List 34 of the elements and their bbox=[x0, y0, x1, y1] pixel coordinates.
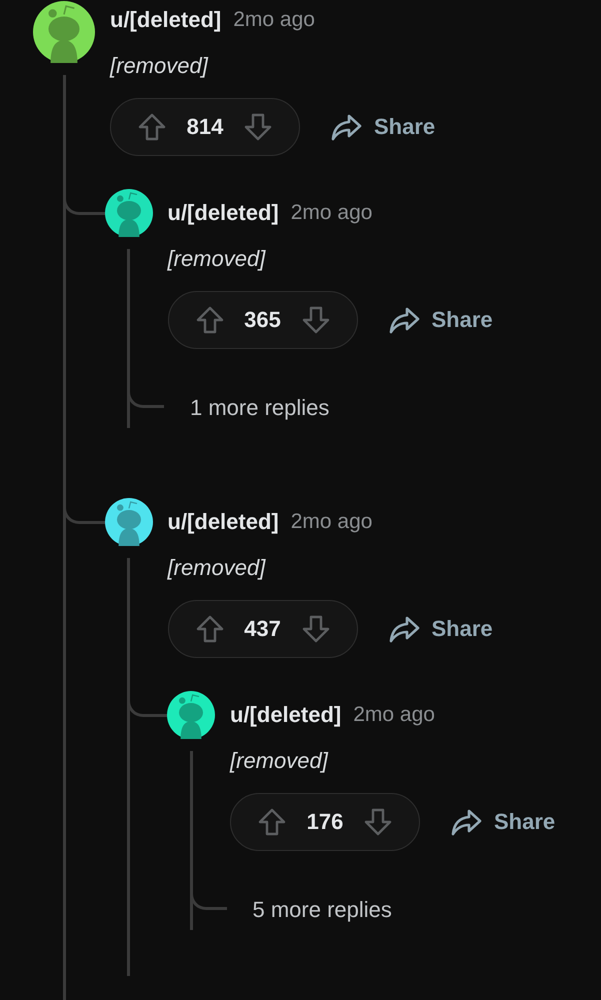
vote-count: 814 bbox=[186, 114, 224, 140]
username[interactable]: u/[deleted] bbox=[168, 509, 279, 535]
timestamp: 2mo ago bbox=[353, 703, 435, 727]
username[interactable]: u/[deleted] bbox=[110, 7, 222, 33]
downvote-icon[interactable] bbox=[363, 807, 393, 837]
username[interactable]: u/[deleted] bbox=[230, 702, 342, 728]
username[interactable]: u/[deleted] bbox=[168, 200, 279, 226]
vote-count: 176 bbox=[306, 809, 344, 835]
more-replies-link[interactable]: 5 more replies bbox=[252, 890, 392, 930]
upvote-icon[interactable] bbox=[137, 112, 167, 142]
downvote-icon[interactable] bbox=[243, 112, 273, 142]
share-button[interactable]: Share bbox=[388, 611, 493, 647]
more-replies-link[interactable]: 1 more replies bbox=[190, 388, 330, 428]
upvote-icon[interactable] bbox=[194, 305, 224, 335]
comment-text: [removed] bbox=[110, 52, 210, 80]
upvote-icon[interactable] bbox=[194, 614, 224, 644]
comment-text: [removed] bbox=[168, 245, 267, 273]
share-icon bbox=[330, 113, 362, 141]
vote-count: 437 bbox=[243, 616, 282, 642]
share-button[interactable]: Share bbox=[450, 804, 556, 840]
vote-count: 365 bbox=[243, 307, 282, 333]
comment-text: [removed] bbox=[230, 747, 330, 775]
timestamp: 2mo ago bbox=[290, 510, 372, 534]
downvote-icon[interactable] bbox=[300, 614, 330, 644]
share-icon bbox=[388, 306, 420, 334]
share-icon bbox=[388, 615, 420, 643]
share-button[interactable]: Share bbox=[330, 109, 436, 145]
downvote-icon[interactable] bbox=[300, 305, 330, 335]
comment-text: [removed] bbox=[168, 554, 267, 582]
share-icon bbox=[450, 808, 482, 836]
upvote-icon[interactable] bbox=[257, 807, 287, 837]
timestamp: 2mo ago bbox=[233, 8, 315, 32]
share-button[interactable]: Share bbox=[388, 302, 493, 338]
timestamp: 2mo ago bbox=[290, 201, 372, 225]
